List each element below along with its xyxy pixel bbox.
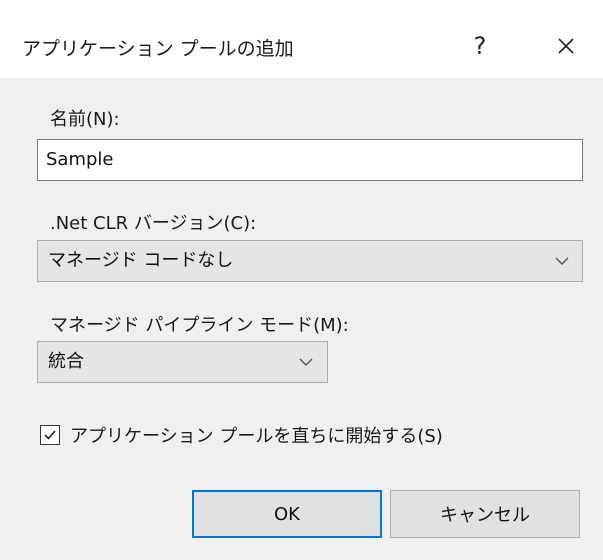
close-icon [558,38,574,54]
pipeline-mode-select[interactable]: 統合 [37,341,328,383]
checkmark-icon [44,430,56,440]
background-window-edge [0,0,603,15]
clr-version-selected: マネージド コードなし [48,250,234,271]
start-immediately-checkbox[interactable] [40,425,60,445]
name-label: 名前(N): [50,109,120,130]
start-immediately-option[interactable]: アプリケーション プールを直ちに開始する(S) [40,421,443,449]
close-button[interactable] [546,26,586,66]
chevron-down-icon [555,257,569,265]
chevron-down-icon [299,358,313,366]
dialog-content: 名前(N): Sample .Net CLR バージョン(C): マネージド コ… [0,78,603,560]
dialog-title: アプリケーション プールの追加 [22,38,294,60]
help-button[interactable]: ? [460,26,500,66]
add-application-pool-dialog: アプリケーション プールの追加 ? 名前(N): Sample .Net CLR… [0,0,603,560]
title-bar: アプリケーション プールの追加 ? [0,14,603,78]
pipeline-mode-label: マネージド パイプライン モード(M): [50,315,349,336]
clr-version-select[interactable]: マネージド コードなし [37,240,583,282]
name-field[interactable]: Sample [37,139,583,181]
start-immediately-label: アプリケーション プールを直ちに開始する(S) [70,426,443,447]
cancel-button[interactable]: キャンセル [390,490,580,538]
pipeline-mode-selected: 統合 [48,351,84,372]
ok-button[interactable]: OK [192,490,382,538]
clr-version-label: .Net CLR バージョン(C): [50,213,257,234]
